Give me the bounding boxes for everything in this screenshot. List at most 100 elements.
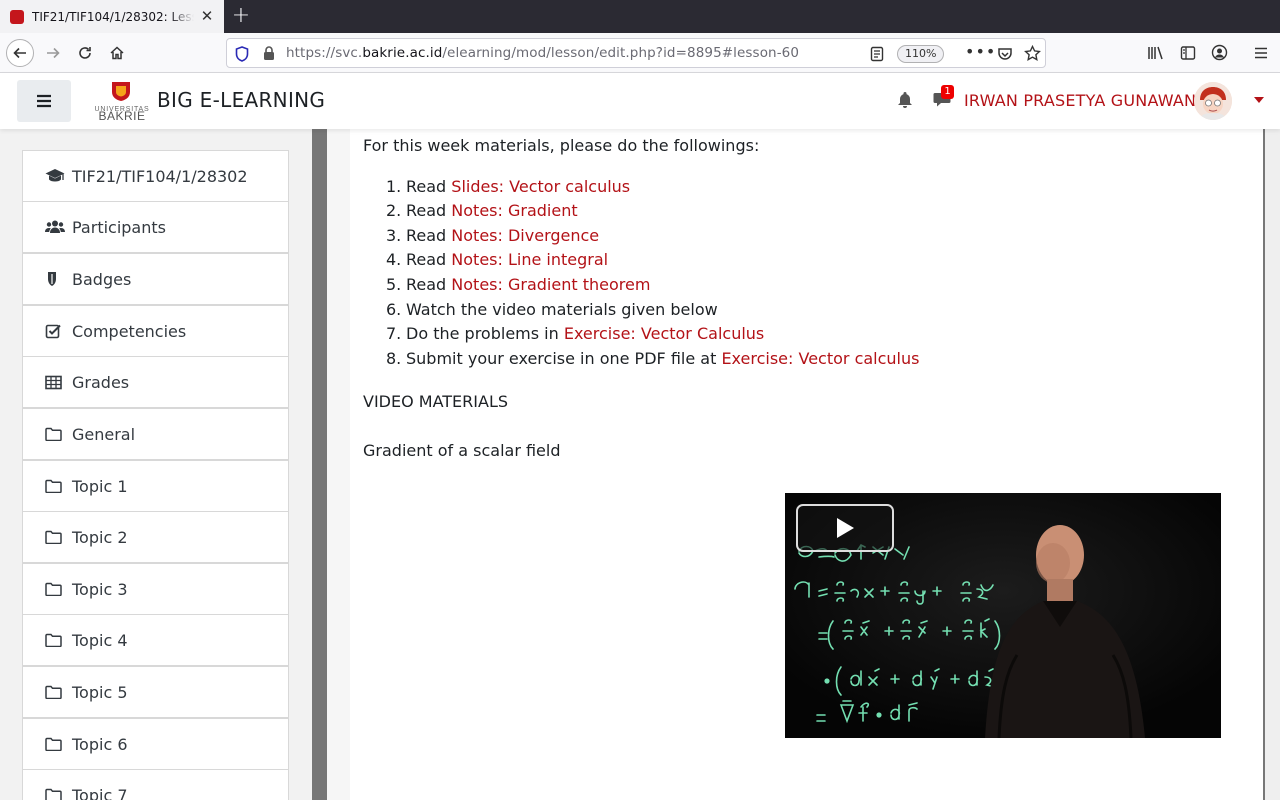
sidebar-item-course[interactable]: TIF21/TIF104/1/28302 [22, 150, 289, 202]
drawer-toggle-button[interactable] [17, 80, 71, 122]
hamburger-icon [37, 94, 51, 108]
back-button[interactable] [6, 39, 34, 67]
step-number: 8. [386, 349, 402, 368]
step-text: Read [406, 226, 452, 245]
url-path: /elearning/mod/lesson/edit.php?id=8895#l… [442, 45, 800, 61]
sidebar-item-topic-3[interactable]: Topic 3 [22, 563, 289, 615]
sidebar-item-participants[interactable]: Participants [22, 201, 289, 253]
sidebar-item-topic-2[interactable]: Topic 2 [22, 511, 289, 563]
sidebar-item-label: Topic 7 [72, 785, 128, 800]
sidebar-item-topic-4[interactable]: Topic 4 [22, 614, 289, 666]
step-text: Submit your exercise in one PDF file at [406, 349, 722, 368]
home-button[interactable] [103, 39, 131, 67]
notes-gradient-link[interactable]: Notes: Gradient [451, 201, 577, 220]
graduation-cap-icon [45, 167, 65, 185]
list-item: 7. Do the problems in Exercise: Vector Ca… [386, 324, 764, 346]
browser-toolbar: https://svc.bakrie.ac.id/elearning/mod/l… [0, 33, 1280, 73]
home-icon [110, 46, 124, 60]
step-number: 4. [386, 250, 402, 269]
sidebar-item-label: Topic 6 [72, 734, 128, 754]
step-number: 2. [386, 201, 402, 220]
browser-tab[interactable]: TIF21/TIF104/1/28302: Lesson ✕ [0, 0, 224, 33]
video-player[interactable] [785, 493, 1221, 738]
lock-icon[interactable] [263, 46, 275, 61]
folder-icon [45, 425, 65, 443]
account-icon[interactable] [1211, 44, 1228, 61]
sidebar-item-label: Topic 1 [72, 476, 128, 496]
step-text: Watch the video materials given below [406, 300, 718, 319]
arrow-left-icon [13, 47, 26, 59]
forward-button[interactable] [39, 39, 67, 67]
university-logo[interactable]: UNIVERSITAS BAKRIE [93, 81, 151, 123]
zoom-level[interactable]: 110% [897, 45, 945, 63]
step-number: 1. [386, 177, 402, 196]
folder-icon [45, 580, 65, 598]
close-tab-icon[interactable]: ✕ [198, 7, 216, 25]
list-item: 6. Watch the video materials given below [386, 300, 718, 322]
video-materials-heading: VIDEO MATERIALS [363, 392, 509, 411]
sidebar-item-label: Topic 2 [72, 527, 128, 547]
address-bar[interactable]: https://svc.bakrie.ac.id/elearning/mod/l… [226, 38, 1046, 68]
browser-tab-strip: TIF21/TIF104/1/28302: Lesson ✕ + [0, 0, 1280, 33]
user-avatar[interactable] [1194, 82, 1232, 120]
menu-icon[interactable] [1253, 45, 1269, 61]
exercise-submission-link[interactable]: Exercise: Vector calculus [721, 349, 919, 368]
sidebar-item-topic-7[interactable]: Topic 7 [22, 769, 289, 800]
exercise-vector-calculus-link[interactable]: Exercise: Vector Calculus [564, 324, 764, 343]
notes-divergence-link[interactable]: Notes: Divergence [451, 226, 599, 245]
logo-emblem-icon: UNIVERSITAS BAKRIE [95, 82, 149, 123]
play-button[interactable] [796, 504, 894, 552]
sidebar-item-label: Participants [72, 217, 166, 237]
site-name[interactable]: BIG E-LEARNING [157, 88, 325, 112]
avatar-face-icon [1194, 82, 1232, 120]
sidebar-item-label: Badges [72, 269, 132, 289]
table-icon [45, 373, 65, 391]
user-menu-caret-icon[interactable] [1254, 97, 1264, 103]
url-host: https://svc. [286, 45, 363, 61]
sidebar-item-label: Topic 3 [72, 579, 128, 599]
sidebar-item-badges[interactable]: Badges [22, 253, 289, 305]
notes-line-integral-link[interactable]: Notes: Line integral [451, 250, 608, 269]
list-item: 8. Submit your exercise in one PDF file a… [386, 349, 919, 371]
step-text: Read [406, 177, 452, 196]
notes-gradient-theorem-link[interactable]: Notes: Gradient theorem [451, 275, 650, 294]
slides-vector-calculus-link[interactable]: Slides: Vector calculus [451, 177, 630, 196]
folder-icon [45, 683, 65, 701]
url-domain: bakrie.ac.id [362, 45, 443, 61]
sidebar-toggle-icon[interactable] [1180, 45, 1196, 61]
notification-bell-icon[interactable] [895, 90, 915, 110]
list-item: 1. Read Slides: Vector calculus [386, 177, 630, 199]
arrow-right-icon [47, 47, 60, 59]
folder-icon [45, 631, 65, 649]
sidebar-item-topic-6[interactable]: Topic 6 [22, 718, 289, 770]
user-name[interactable]: IRWAN PRASETYA GUNAWAN [964, 91, 1196, 110]
folder-icon [45, 735, 65, 753]
reload-button[interactable] [71, 39, 99, 67]
logo-text-bottom: BAKRIE [98, 109, 145, 121]
step-text: Read [406, 250, 452, 269]
step-number: 6. [386, 300, 402, 319]
step-text: Read [406, 201, 452, 220]
sidebar-item-topic-5[interactable]: Topic 5 [22, 666, 289, 718]
sidebar-item-general[interactable]: General [22, 408, 289, 460]
site-favicon-icon [10, 9, 24, 24]
play-icon [837, 518, 854, 538]
bookmark-star-icon[interactable] [1024, 45, 1041, 62]
sidebar-item-grades[interactable]: Grades [22, 356, 289, 408]
page-actions-icon[interactable]: ••• [965, 42, 996, 61]
lesson-intro: For this week materials, please do the f… [363, 136, 760, 155]
pocket-icon[interactable] [997, 46, 1013, 62]
sidebar-item-topic-1[interactable]: Topic 1 [22, 460, 289, 512]
step-text: Read [406, 275, 452, 294]
tab-title: TIF21/TIF104/1/28302: Lesson [32, 9, 194, 24]
sidebar-item-label: Topic 4 [72, 630, 128, 650]
sidebar-item-competencies[interactable]: Competencies [22, 305, 289, 357]
reader-view-icon[interactable] [870, 46, 884, 62]
users-icon [45, 218, 65, 236]
tracking-shield-icon[interactable] [235, 46, 249, 62]
step-number: 5. [386, 275, 402, 294]
library-icon[interactable] [1147, 45, 1165, 61]
shield-icon [45, 270, 65, 288]
site-header: UNIVERSITAS BAKRIE BIG E-LEARNING IRWAN … [0, 73, 1280, 129]
new-tab-button[interactable]: + [230, 4, 252, 28]
